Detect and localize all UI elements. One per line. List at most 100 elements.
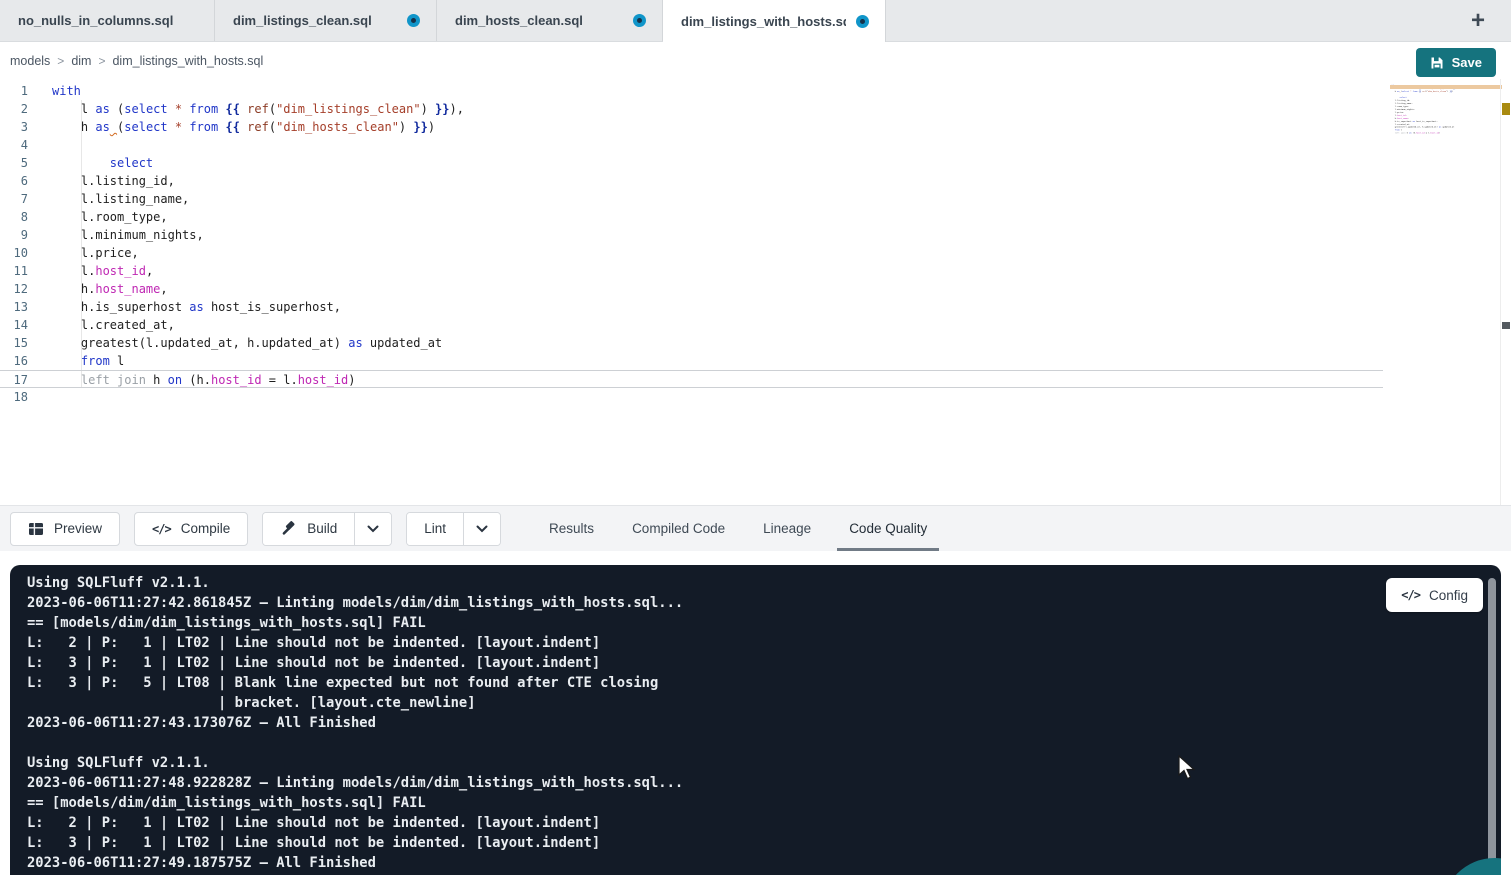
save-button-label: Save — [1452, 55, 1482, 70]
hammer-icon — [280, 520, 297, 537]
config-button[interactable]: </> Config — [1386, 578, 1483, 612]
line-number: 3 — [0, 118, 28, 136]
breadcrumb-item-models[interactable]: models — [10, 54, 50, 68]
tab-no-nulls-in-columns-sql[interactable]: no_nulls_in_columns.sql — [0, 0, 215, 41]
terminal-line: Using SQLFluff v2.1.1. — [27, 573, 683, 593]
terminal-line: L: 3 | P: 1 | LT02 | Line should not be … — [27, 833, 683, 853]
code-text: left join h on (h.host_id = l.host_id) — [1390, 132, 1440, 135]
code-line[interactable]: 7 l.listing_name, — [0, 190, 1511, 208]
tab-dim-hosts-clean-sql[interactable]: dim_hosts_clean.sql — [437, 0, 663, 41]
code-text: with — [52, 82, 81, 100]
code-line[interactable]: 8 l.room_type, — [0, 208, 1511, 226]
minimap[interactable]: with l as (select * from {{ ref("dim_lis… — [1390, 84, 1490, 214]
code-icon: </> — [1401, 588, 1420, 602]
preview-button[interactable]: Preview — [10, 512, 120, 546]
code-line[interactable]: 5 select — [0, 154, 1511, 172]
code-icon: </> — [152, 522, 171, 536]
minimap-content: with l as (select * from {{ ref("dim_lis… — [1390, 84, 1490, 137]
editor-lines: 1with2 l as (select * from {{ ref("dim_l… — [0, 82, 1511, 406]
terminal-scrollbar[interactable] — [1488, 578, 1496, 868]
code-text: h as (select * from {{ ref("dim_hosts_cl… — [52, 118, 435, 136]
terminal-line: L: 2 | P: 1 | LT02 | Line should not be … — [27, 813, 683, 833]
compile-button[interactable]: </> Compile — [134, 512, 248, 546]
code-line[interactable]: 10 l.price, — [0, 244, 1511, 262]
panel-tab-lineage[interactable]: Lineage — [759, 506, 815, 551]
line-number: 9 — [0, 226, 28, 244]
code-text: l.listing_id, — [52, 172, 175, 190]
code-line[interactable]: 11 l.host_id, — [0, 262, 1511, 280]
code-text: select — [52, 154, 153, 172]
code-line[interactable]: 14 l.created_at, — [0, 316, 1511, 334]
terminal-output: Using SQLFluff v2.1.1.2023-06-06T11:27:4… — [27, 573, 683, 873]
modified-indicator-icon — [633, 14, 646, 27]
line-number: 1 — [0, 82, 28, 100]
code-text: l.minimum_nights, — [52, 226, 204, 244]
save-floppy-icon — [1430, 56, 1444, 70]
line-number: 14 — [0, 316, 28, 334]
code-text: l.price, — [52, 244, 139, 262]
line-number: 17 — [0, 371, 28, 387]
terminal-line: L: 3 | P: 1 | LT02 | Line should not be … — [27, 653, 683, 673]
lint-button[interactable]: Lint — [407, 513, 463, 545]
code-line[interactable]: 4 — [0, 136, 1511, 154]
modified-indicator-icon — [856, 15, 869, 28]
line-number: 12 — [0, 280, 28, 298]
line-number: 10 — [0, 244, 28, 262]
code-line[interactable]: 1 with — [0, 82, 1511, 100]
line-number: 2 — [0, 100, 28, 118]
code-text: h.is_superhost as host_is_superhost, — [52, 298, 341, 316]
panel-tab-results[interactable]: Results — [545, 506, 598, 551]
breadcrumb-item-dim-listings-with-hosts-sql[interactable]: dim_listings_with_hosts.sql — [112, 54, 263, 68]
lint-button-label: Lint — [424, 521, 446, 536]
tab-dim-listings-clean-sql[interactable]: dim_listings_clean.sql — [215, 0, 437, 41]
code-line[interactable]: 9 l.minimum_nights, — [0, 226, 1511, 244]
code-text: h.host_name, — [52, 280, 168, 298]
code-line[interactable]: 15 greatest(l.updated_at, h.updated_at) … — [0, 334, 1511, 352]
tab-label: dim_listings_with_hosts.sql — [681, 14, 846, 29]
tab-dim-listings-with-hosts-sql[interactable]: dim_listings_with_hosts.sql — [663, 0, 886, 42]
code-text: l as (select * from {{ ref("dim_listings… — [52, 100, 464, 118]
breadcrumb-bar: models>dim>dim_listings_with_hosts.sql S… — [0, 42, 1511, 79]
lint-dropdown-button[interactable] — [463, 513, 500, 545]
code-line[interactable]: 12 h.host_name, — [0, 280, 1511, 298]
breadcrumb-item-dim[interactable]: dim — [71, 54, 91, 68]
code-text: l.host_id, — [52, 262, 153, 280]
code-line[interactable]: 16 from l — [0, 352, 1511, 370]
compile-button-label: Compile — [181, 521, 231, 536]
modified-indicator-core — [860, 19, 865, 24]
code-line[interactable]: 13 h.is_superhost as host_is_superhost, — [0, 298, 1511, 316]
terminal-line: | bracket. [layout.cte_newline] — [27, 693, 683, 713]
code-line[interactable]: 6 l.listing_id, — [0, 172, 1511, 190]
help-bubble-button[interactable] — [1442, 858, 1501, 875]
dbt-ide-window: no_nulls_in_columns.sql dim_listings_clea… — [0, 0, 1511, 875]
line-number: 7 — [0, 190, 28, 208]
scrollbar-position-marker — [1502, 322, 1510, 329]
terminal-line: 2023-06-06T11:27:49.187575Z — All Finish… — [27, 853, 683, 873]
breadcrumb-separator: > — [98, 54, 105, 68]
code-line[interactable]: 18 — [0, 388, 1511, 406]
code-line[interactable]: 2 l as (select * from {{ ref("dim_listin… — [0, 100, 1511, 118]
modified-indicator-icon — [407, 14, 420, 27]
build-dropdown-button[interactable] — [354, 513, 391, 545]
terminal-line: == [models/dim/dim_listings_with_hosts.s… — [27, 793, 683, 813]
line-number: 13 — [0, 298, 28, 316]
build-button[interactable]: Build — [263, 513, 354, 545]
terminal-line: 2023-06-06T11:27:43.173076Z — All Finish… — [27, 713, 683, 733]
chevron-down-icon — [367, 525, 379, 533]
code-line[interactable]: 3 h as (select * from {{ ref("dim_hosts_… — [0, 118, 1511, 136]
line-number: 18 — [0, 388, 28, 406]
minimap-line — [1390, 134, 1490, 137]
code-editor[interactable]: 1with2 l as (select * from {{ ref("dim_l… — [0, 79, 1511, 505]
save-button[interactable]: Save — [1416, 48, 1496, 77]
terminal-line: 2023-06-06T11:27:42.861845Z — Linting mo… — [27, 593, 683, 613]
panel-tab-code-quality[interactable]: Code Quality — [845, 506, 931, 551]
build-button-label: Build — [307, 521, 337, 536]
panel-tab-compiled-code[interactable]: Compiled Code — [628, 506, 729, 551]
line-number: 16 — [0, 352, 28, 370]
minimap-change-marker — [1390, 85, 1502, 89]
tab-label: no_nulls_in_columns.sql — [18, 13, 173, 28]
new-tab-button[interactable]: + — [1471, 0, 1485, 41]
code-line[interactable]: 17 left join h on (h.host_id = l.host_id… — [0, 370, 1383, 388]
terminal-line: L: 2 | P: 1 | LT02 | Line should not be … — [27, 633, 683, 653]
terminal-line: 2023-06-06T11:27:48.922828Z — Linting mo… — [27, 773, 683, 793]
